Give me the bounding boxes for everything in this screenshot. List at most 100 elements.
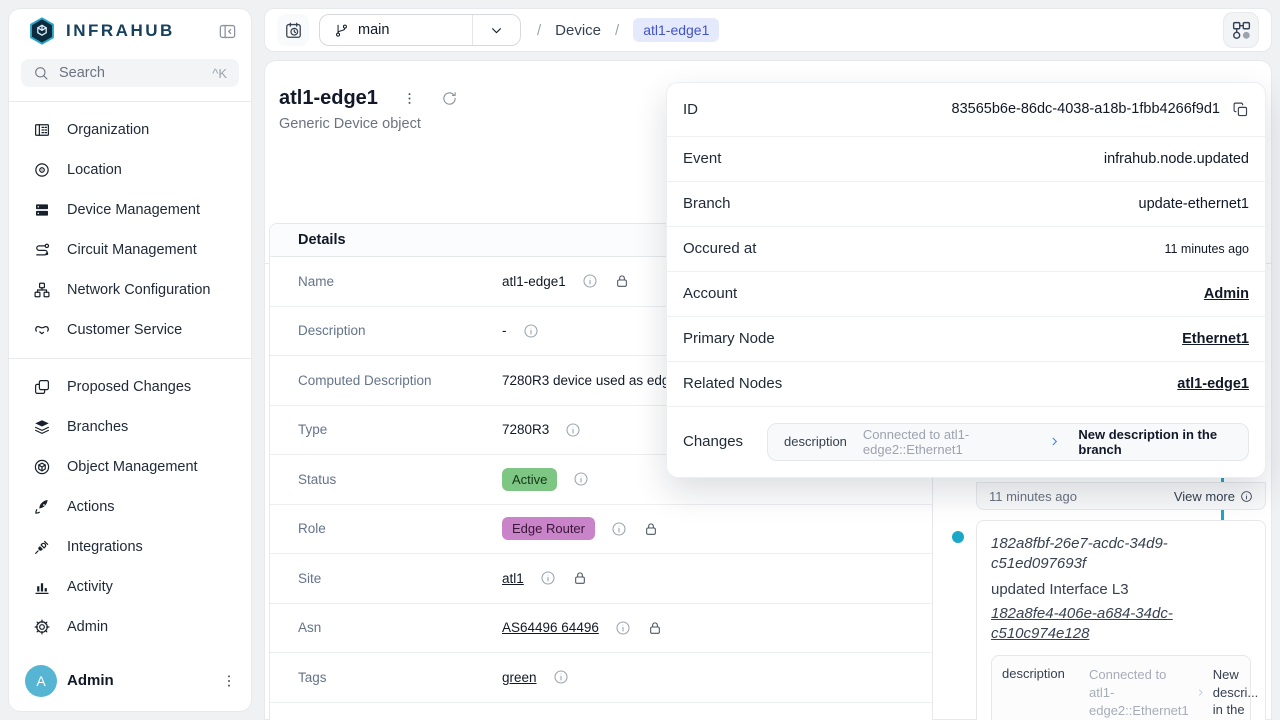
server-icon [33,201,51,219]
primary-node-link[interactable]: Ethernet1 [1182,331,1249,347]
event-branch-value: update-ethernet1 [1139,196,1249,212]
sidebar-item-circuit-management[interactable]: Circuit Management [9,230,251,270]
date-picker-button[interactable] [277,14,309,46]
tag-link[interactable]: green [502,670,537,685]
copy-icon[interactable] [1232,101,1249,118]
info-icon[interactable] [553,669,569,685]
sidebar-item-label: Integrations [67,539,143,555]
account-link[interactable]: Admin [1204,286,1249,302]
change-property: description [1002,666,1082,681]
field-label: Changes [683,433,743,450]
sidebar-item-device-management[interactable]: Device Management [9,190,251,230]
event-id-value: 83565b6e-86dc-4038-a18b-1fbb4266f9d1 [952,101,1220,117]
info-icon [1240,490,1253,503]
info-icon[interactable] [540,570,556,586]
object-menu-dots-icon[interactable] [402,91,417,106]
sidebar-item-integrations[interactable]: Integrations [9,527,251,567]
sidebar-item-label: Network Configuration [67,282,210,298]
search-shortcut: ^K [212,66,227,81]
field-label: Role [298,521,502,536]
popover-row-occured-at: Occured at 11 minutes ago [667,227,1265,272]
timeline-change-chip: description Connected to atl1-edge2::Eth… [991,655,1251,720]
change-old-value: Connected to atl1-edge2::Ethernet1 [1089,666,1189,720]
user-menu[interactable]: A Admin [9,655,251,711]
route-icon [33,241,51,259]
sidebar-item-admin[interactable]: Admin [9,607,251,647]
bar-chart-icon [33,578,51,596]
field-label: Computed Description [298,373,502,388]
asn-link[interactable]: AS64496 64496 [502,620,599,635]
sidebar-item-label: Organization [67,122,149,138]
logo-row: INFRAHUB [9,9,251,53]
schema-visualizer-button[interactable] [1223,12,1259,48]
lock-icon [647,620,663,636]
timeline-event-time: 11 minutes ago [989,489,1077,504]
sidebar-item-label: Customer Service [67,322,182,338]
sidebar-item-label: Device Management [67,202,200,218]
sidebar-item-customer-service[interactable]: Customer Service [9,310,251,350]
role-badge: Edge Router [502,517,595,540]
sidebar-item-label: Proposed Changes [67,379,191,395]
sidebar: INFRAHUB Search ^K Organization Location… [8,8,252,712]
collapse-sidebar-icon[interactable] [218,22,237,41]
details-row-tag-partial: red [270,703,932,720]
chevron-right-icon [1196,688,1206,697]
sidebar-item-label: Branches [67,419,128,435]
sidebar-item-proposed-changes[interactable]: Proposed Changes [9,367,251,407]
network-icon [33,281,51,299]
git-branch-icon [334,23,349,38]
related-node-link[interactable]: atl1-edge1 [1177,376,1249,392]
info-icon[interactable] [523,323,539,339]
sidebar-item-label: Activity [67,579,113,595]
change-old-value: Connected to atl1-edge2::Ethernet1 [863,427,1033,457]
info-icon[interactable] [565,422,581,438]
field-label: Related Nodes [683,375,782,392]
change-new-value: New description in the branch [1078,427,1232,457]
search-input[interactable]: Search ^K [21,59,239,87]
field-label: Branch [683,195,731,212]
event-details-popover: ID 83565b6e-86dc-4038-a18b-1fbb4266f9d1 … [666,82,1266,478]
search-icon [33,65,49,81]
refresh-icon[interactable] [441,90,458,107]
sidebar-item-organization[interactable]: Organization [9,110,251,150]
sidebar-item-label: Actions [67,499,115,515]
field-label: Status [298,472,502,487]
breadcrumb-item-device[interactable]: Device [555,22,601,39]
user-menu-dots-icon[interactable] [221,673,237,689]
sidebar-item-activity[interactable]: Activity [9,567,251,607]
breadcrumb-separator: / [537,22,541,39]
sidebar-item-branches[interactable]: Branches [9,407,251,447]
field-label: Type [298,422,502,437]
breadcrumb-item-current[interactable]: atl1-edge1 [633,18,719,42]
popover-row-account: Account Admin [667,272,1265,317]
field-label: Asn [298,620,502,635]
field-value: 7280R3 device used as edge [502,373,677,388]
timeline-dot [952,531,964,543]
view-more-button[interactable]: View more [1174,489,1253,504]
site-link[interactable]: atl1 [502,571,524,586]
sidebar-primary-menu: Organization Location Device Management … [9,102,251,358]
info-icon[interactable] [615,620,631,636]
user-name: Admin [67,672,211,689]
sidebar-item-object-management[interactable]: Object Management [9,447,251,487]
rocket-icon [33,498,51,516]
lock-icon [572,570,588,586]
sidebar-item-network-configuration[interactable]: Network Configuration [9,270,251,310]
branch-selector-value: main [358,22,389,38]
event-time-value: 11 minutes ago [1164,242,1249,256]
field-value: - [502,323,507,338]
gear-icon [33,618,51,636]
cube-icon [33,458,51,476]
branch-selector[interactable]: main [319,14,521,46]
handshake-icon [33,321,51,339]
sidebar-secondary-menu: Proposed Changes Branches Object Managem… [9,359,251,655]
sidebar-item-location[interactable]: Location [9,150,251,190]
location-icon [33,161,51,179]
timeline-entry-link[interactable]: 182a8fe4-406e-a684-34dc-c510c974e128 [991,604,1251,645]
info-icon[interactable] [573,471,589,487]
sidebar-item-actions[interactable]: Actions [9,487,251,527]
popover-row-event: Event infrahub.node.updated [667,137,1265,182]
info-icon[interactable] [611,521,627,537]
page-title: atl1-edge1 [279,87,378,110]
info-icon[interactable] [582,273,598,289]
